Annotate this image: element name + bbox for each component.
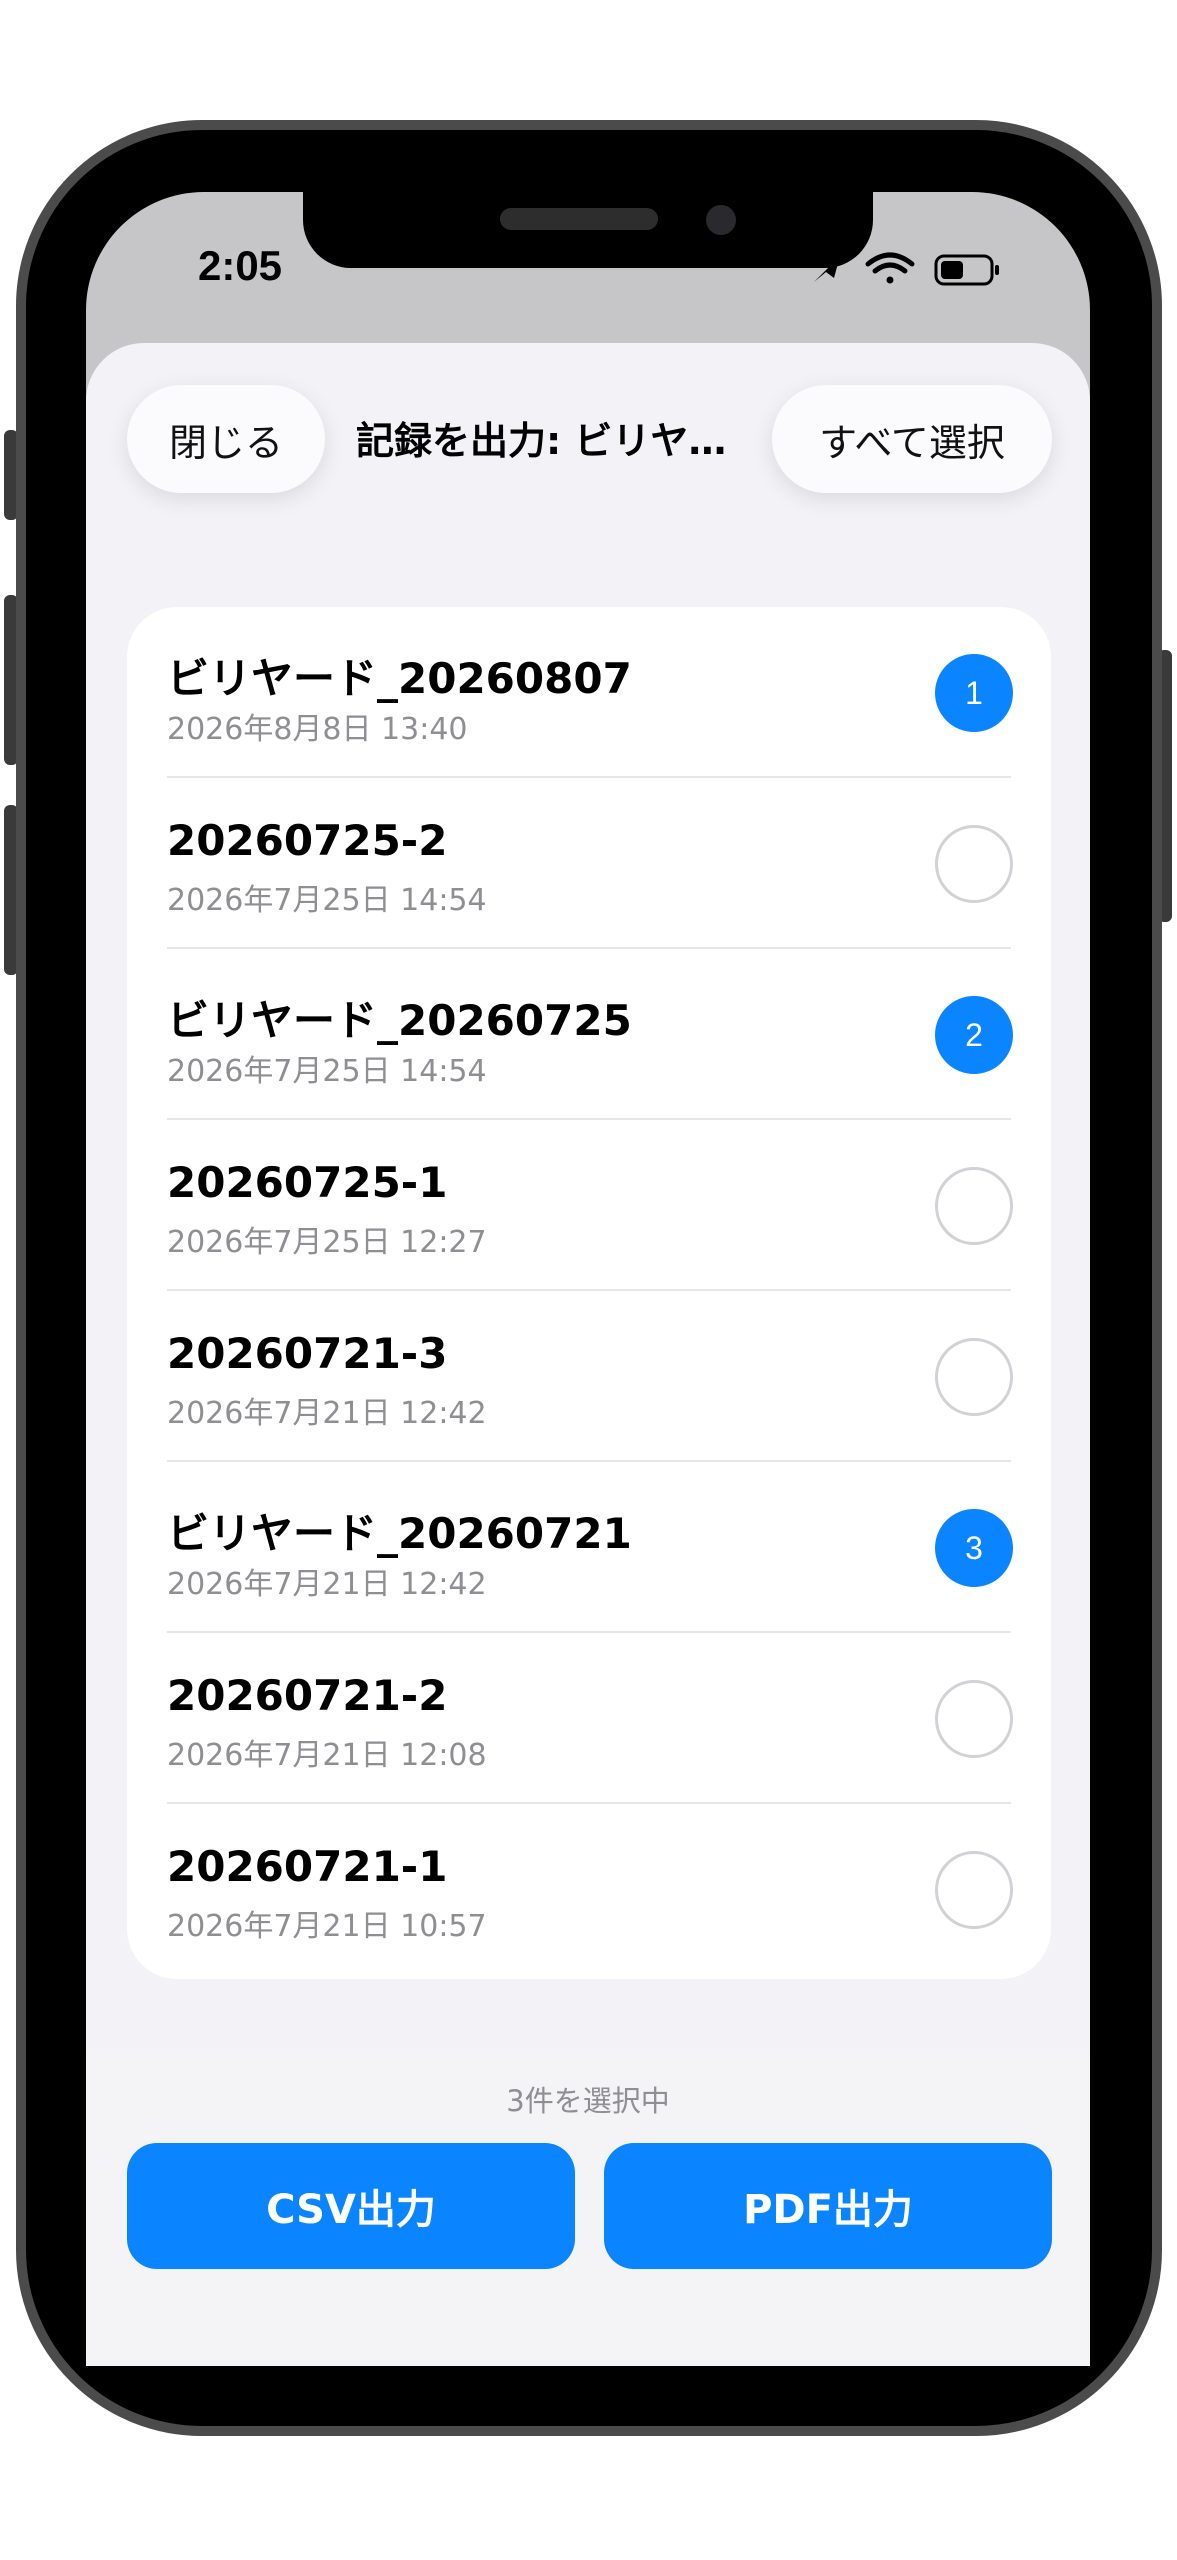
record-date: 2026年7月25日 14:54 bbox=[167, 883, 487, 918]
record-date: 2026年7月25日 12:27 bbox=[167, 1225, 487, 1260]
record-title: 20260721-2 bbox=[167, 1671, 448, 1720]
list-item[interactable]: 20260725-1 2026年7月25日 12:27 bbox=[127, 1120, 1051, 1291]
record-title: ビリヤード_20260721 bbox=[167, 1509, 632, 1558]
status-time: 2:05 bbox=[197, 242, 283, 289]
selection-checkmark[interactable]: 1 bbox=[935, 654, 1013, 732]
selection-checkmark[interactable]: 3 bbox=[935, 1509, 1013, 1587]
record-title: 20260725-2 bbox=[167, 816, 448, 865]
front-camera bbox=[706, 205, 736, 235]
list-item[interactable]: 20260721-3 2026年7月21日 12:42 bbox=[127, 1291, 1051, 1462]
selection-circle[interactable] bbox=[935, 1851, 1013, 1929]
selection-circle[interactable] bbox=[935, 1680, 1013, 1758]
csv-export-button[interactable]: CSV出力 bbox=[127, 2143, 575, 2269]
select-all-button[interactable]: すべて選択 bbox=[772, 385, 1052, 493]
list-item[interactable]: 20260721-2 2026年7月21日 12:08 bbox=[127, 1633, 1051, 1804]
selection-circle[interactable] bbox=[935, 1167, 1013, 1245]
record-title: ビリヤード_20260807 bbox=[167, 654, 632, 703]
record-title: 20260721-3 bbox=[167, 1329, 448, 1378]
speaker-grille bbox=[500, 208, 658, 230]
record-title: 20260721-1 bbox=[167, 1842, 448, 1891]
record-date: 2026年7月21日 12:42 bbox=[167, 1396, 487, 1431]
pdf-export-button[interactable]: PDF出力 bbox=[604, 2143, 1052, 2269]
record-date: 2026年7月21日 10:57 bbox=[167, 1909, 487, 1944]
wifi-icon bbox=[865, 252, 915, 284]
record-title: 20260725-1 bbox=[167, 1158, 448, 1207]
record-title: ビリヤード_20260725 bbox=[167, 996, 632, 1045]
selected-count: 3件を選択中 bbox=[506, 2084, 670, 2118]
sheet-title: 記録を出力: ビリヤ… bbox=[356, 419, 727, 463]
selection-circle[interactable] bbox=[935, 1338, 1013, 1416]
list-item[interactable]: 20260725-2 2026年7月25日 14:54 bbox=[127, 778, 1051, 949]
record-date: 2026年7月25日 14:54 bbox=[167, 1054, 487, 1089]
record-date: 2026年7月21日 12:08 bbox=[167, 1738, 487, 1773]
list-item[interactable]: ビリヤード_20260807 2026年8月8日 13:40 1 bbox=[127, 607, 1051, 778]
list-item[interactable]: ビリヤード_20260721 2026年7月21日 12:42 3 bbox=[127, 1462, 1051, 1633]
selection-circle[interactable] bbox=[935, 825, 1013, 903]
battery-icon bbox=[934, 254, 999, 286]
record-list: ビリヤード_20260807 2026年8月8日 13:40 1 2026072… bbox=[127, 607, 1051, 1979]
list-item[interactable]: 20260721-1 2026年7月21日 10:57 bbox=[127, 1804, 1051, 1975]
record-date: 2026年8月8日 13:40 bbox=[167, 712, 468, 747]
close-button[interactable]: 閉じる bbox=[127, 385, 325, 493]
record-date: 2026年7月21日 12:42 bbox=[167, 1567, 487, 1602]
list-item[interactable]: ビリヤード_20260725 2026年7月25日 14:54 2 bbox=[127, 949, 1051, 1120]
selection-checkmark[interactable]: 2 bbox=[935, 996, 1013, 1074]
